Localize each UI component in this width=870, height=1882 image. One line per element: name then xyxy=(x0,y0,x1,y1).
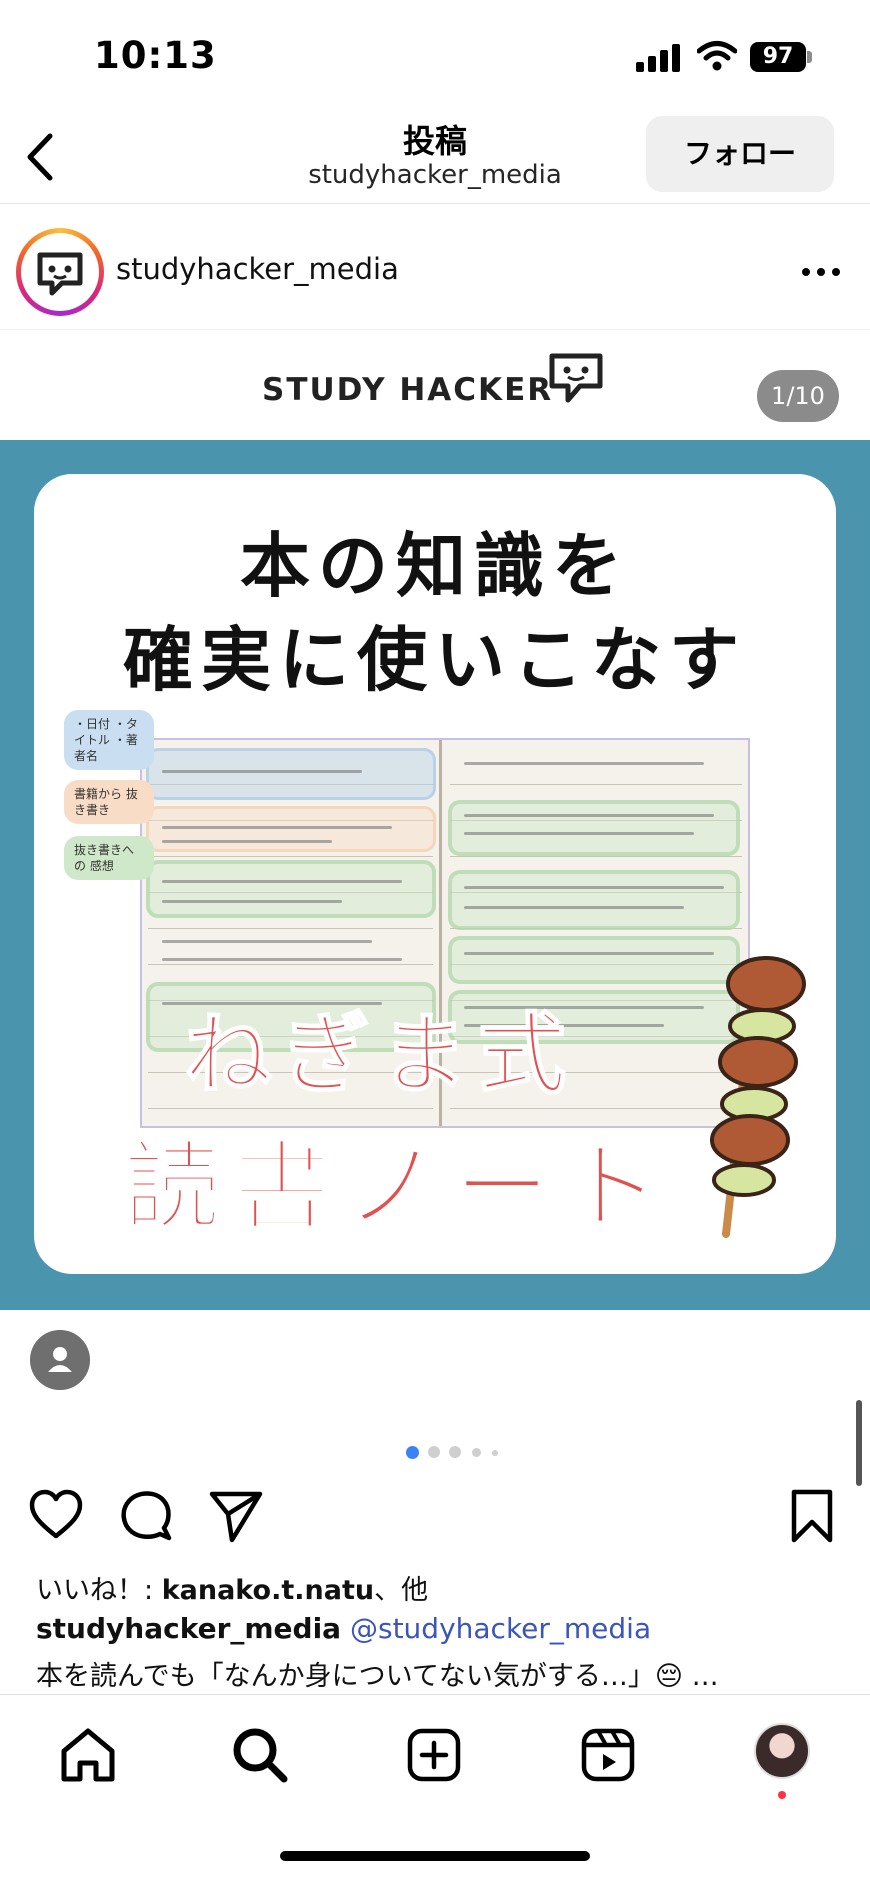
page-counter: 1/10 xyxy=(757,370,839,422)
caption-text[interactable]: 本を読んでも「なんか身についてない気がする…」😔 … xyxy=(36,1654,836,1693)
bottom-tab-bar xyxy=(0,1694,870,1882)
caption-mention[interactable]: @studyhacker_media xyxy=(350,1612,651,1645)
notebook-label-date: ・日付 ・タイトル ・著者名 xyxy=(64,710,154,770)
carousel-dots xyxy=(406,1446,506,1460)
profile-tab-avatar[interactable] xyxy=(754,1723,810,1779)
status-bar: 10:13 97 xyxy=(0,0,870,110)
card-headline-line2: 読書ノート xyxy=(123,1130,674,1244)
heart-icon[interactable] xyxy=(28,1488,84,1544)
more-icon[interactable] xyxy=(800,266,842,278)
likes-user[interactable]: kanako.t.natu xyxy=(162,1575,374,1606)
home-indicator[interactable] xyxy=(280,1851,590,1861)
search-icon[interactable] xyxy=(230,1725,290,1785)
card-title-line1: 本の知識を xyxy=(240,525,630,607)
wifi-icon xyxy=(697,41,737,71)
comment-icon[interactable] xyxy=(118,1488,174,1544)
battery-icon: 97 xyxy=(750,42,812,72)
scrollbar[interactable] xyxy=(856,1400,862,1486)
share-icon[interactable] xyxy=(208,1488,264,1544)
post-carousel[interactable]: 本の知識を 確実に使いこなす ・日付 ・タイトル ・著者名 書籍から 抜き書き … xyxy=(0,440,870,1310)
tagged-users-icon[interactable] xyxy=(30,1330,90,1390)
create-icon[interactable] xyxy=(404,1725,464,1785)
likes-summary[interactable]: いいね！: kanako.t.natu、他 xyxy=(36,1568,428,1607)
caption-username[interactable]: studyhacker_media xyxy=(36,1612,341,1645)
notebook-label-excerpt: 書籍から 抜き書き xyxy=(64,780,154,824)
post-header: studyhacker_media xyxy=(0,214,870,330)
post-image-card: 本の知識を 確実に使いこなす ・日付 ・タイトル ・著者名 書籍から 抜き書き … xyxy=(34,474,836,1274)
card-title-line2: 確実に使いこなす xyxy=(123,619,747,701)
notebook-label-impression: 抜き書きへの 感想 xyxy=(64,836,154,880)
status-time: 10:13 xyxy=(94,34,217,77)
caption-header: studyhacker_media @studyhacker_media xyxy=(36,1612,651,1645)
nav-bar: 投稿 studyhacker_media フォロー xyxy=(0,110,870,204)
negima-skewer-illustration xyxy=(710,956,806,1238)
likes-suffix: 、他 xyxy=(374,1575,429,1606)
speech-bubble-logo-icon xyxy=(549,353,603,403)
action-bar xyxy=(0,1480,870,1552)
avatar[interactable] xyxy=(16,228,104,316)
speech-bubble-logo-icon xyxy=(37,252,83,296)
brand-banner: STUDY HACKER 1/10 xyxy=(0,330,870,440)
notification-dot xyxy=(778,1791,786,1799)
follow-button[interactable]: フォロー xyxy=(646,116,834,192)
cellular-signal-icon xyxy=(636,44,680,72)
home-icon[interactable] xyxy=(58,1725,118,1785)
bookmark-icon[interactable] xyxy=(784,1488,840,1544)
brand-logo-text: STUDY HACKER xyxy=(262,372,554,408)
post-username[interactable]: studyhacker_media xyxy=(116,252,399,286)
battery-level: 97 xyxy=(750,42,806,72)
likes-prefix: いいね！: xyxy=(36,1575,162,1606)
card-headline-line1: ねぎま式 xyxy=(183,1002,577,1107)
reels-icon[interactable] xyxy=(578,1725,638,1785)
